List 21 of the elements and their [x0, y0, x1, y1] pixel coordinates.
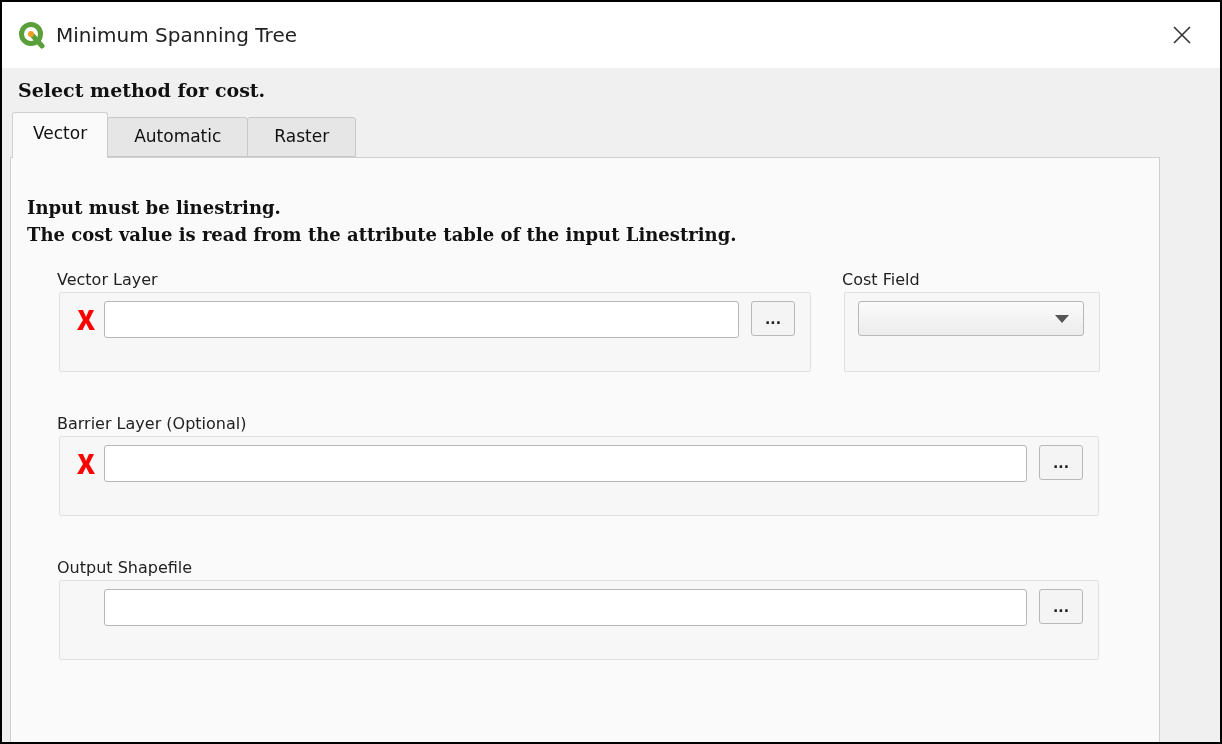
dropdown[interactable] [858, 301, 1084, 336]
browse-button[interactable]: ... [751, 301, 795, 336]
instruction-text: Input must be linestring. [27, 196, 282, 220]
tab[interactable]: Vector [12, 112, 109, 158]
tab[interactable]: Raster [247, 117, 357, 157]
input-field[interactable] [104, 445, 1027, 482]
browse-button[interactable]: ... [1039, 445, 1083, 480]
window-title: Minimum Spanning Tree [56, 22, 297, 49]
app-logo-icon [18, 21, 46, 49]
tab[interactable]: Automatic [107, 117, 249, 157]
input-field[interactable] [104, 589, 1027, 626]
field-label: Barrier Layer (Optional) [57, 413, 248, 435]
field-label: Vector Layer [57, 269, 159, 291]
input-field[interactable] [104, 301, 739, 338]
instruction-text: The cost value is read from the attribute table of the input Linestring. [27, 223, 738, 247]
field-label: Cost Field [842, 269, 921, 291]
section-heading: Select method for cost. [18, 78, 267, 103]
dropdown-arrow-icon [1055, 314, 1069, 323]
close-icon [1172, 25, 1192, 45]
field-label: Output Shapefile [57, 557, 194, 579]
browse-button[interactable]: ... [1039, 589, 1083, 624]
